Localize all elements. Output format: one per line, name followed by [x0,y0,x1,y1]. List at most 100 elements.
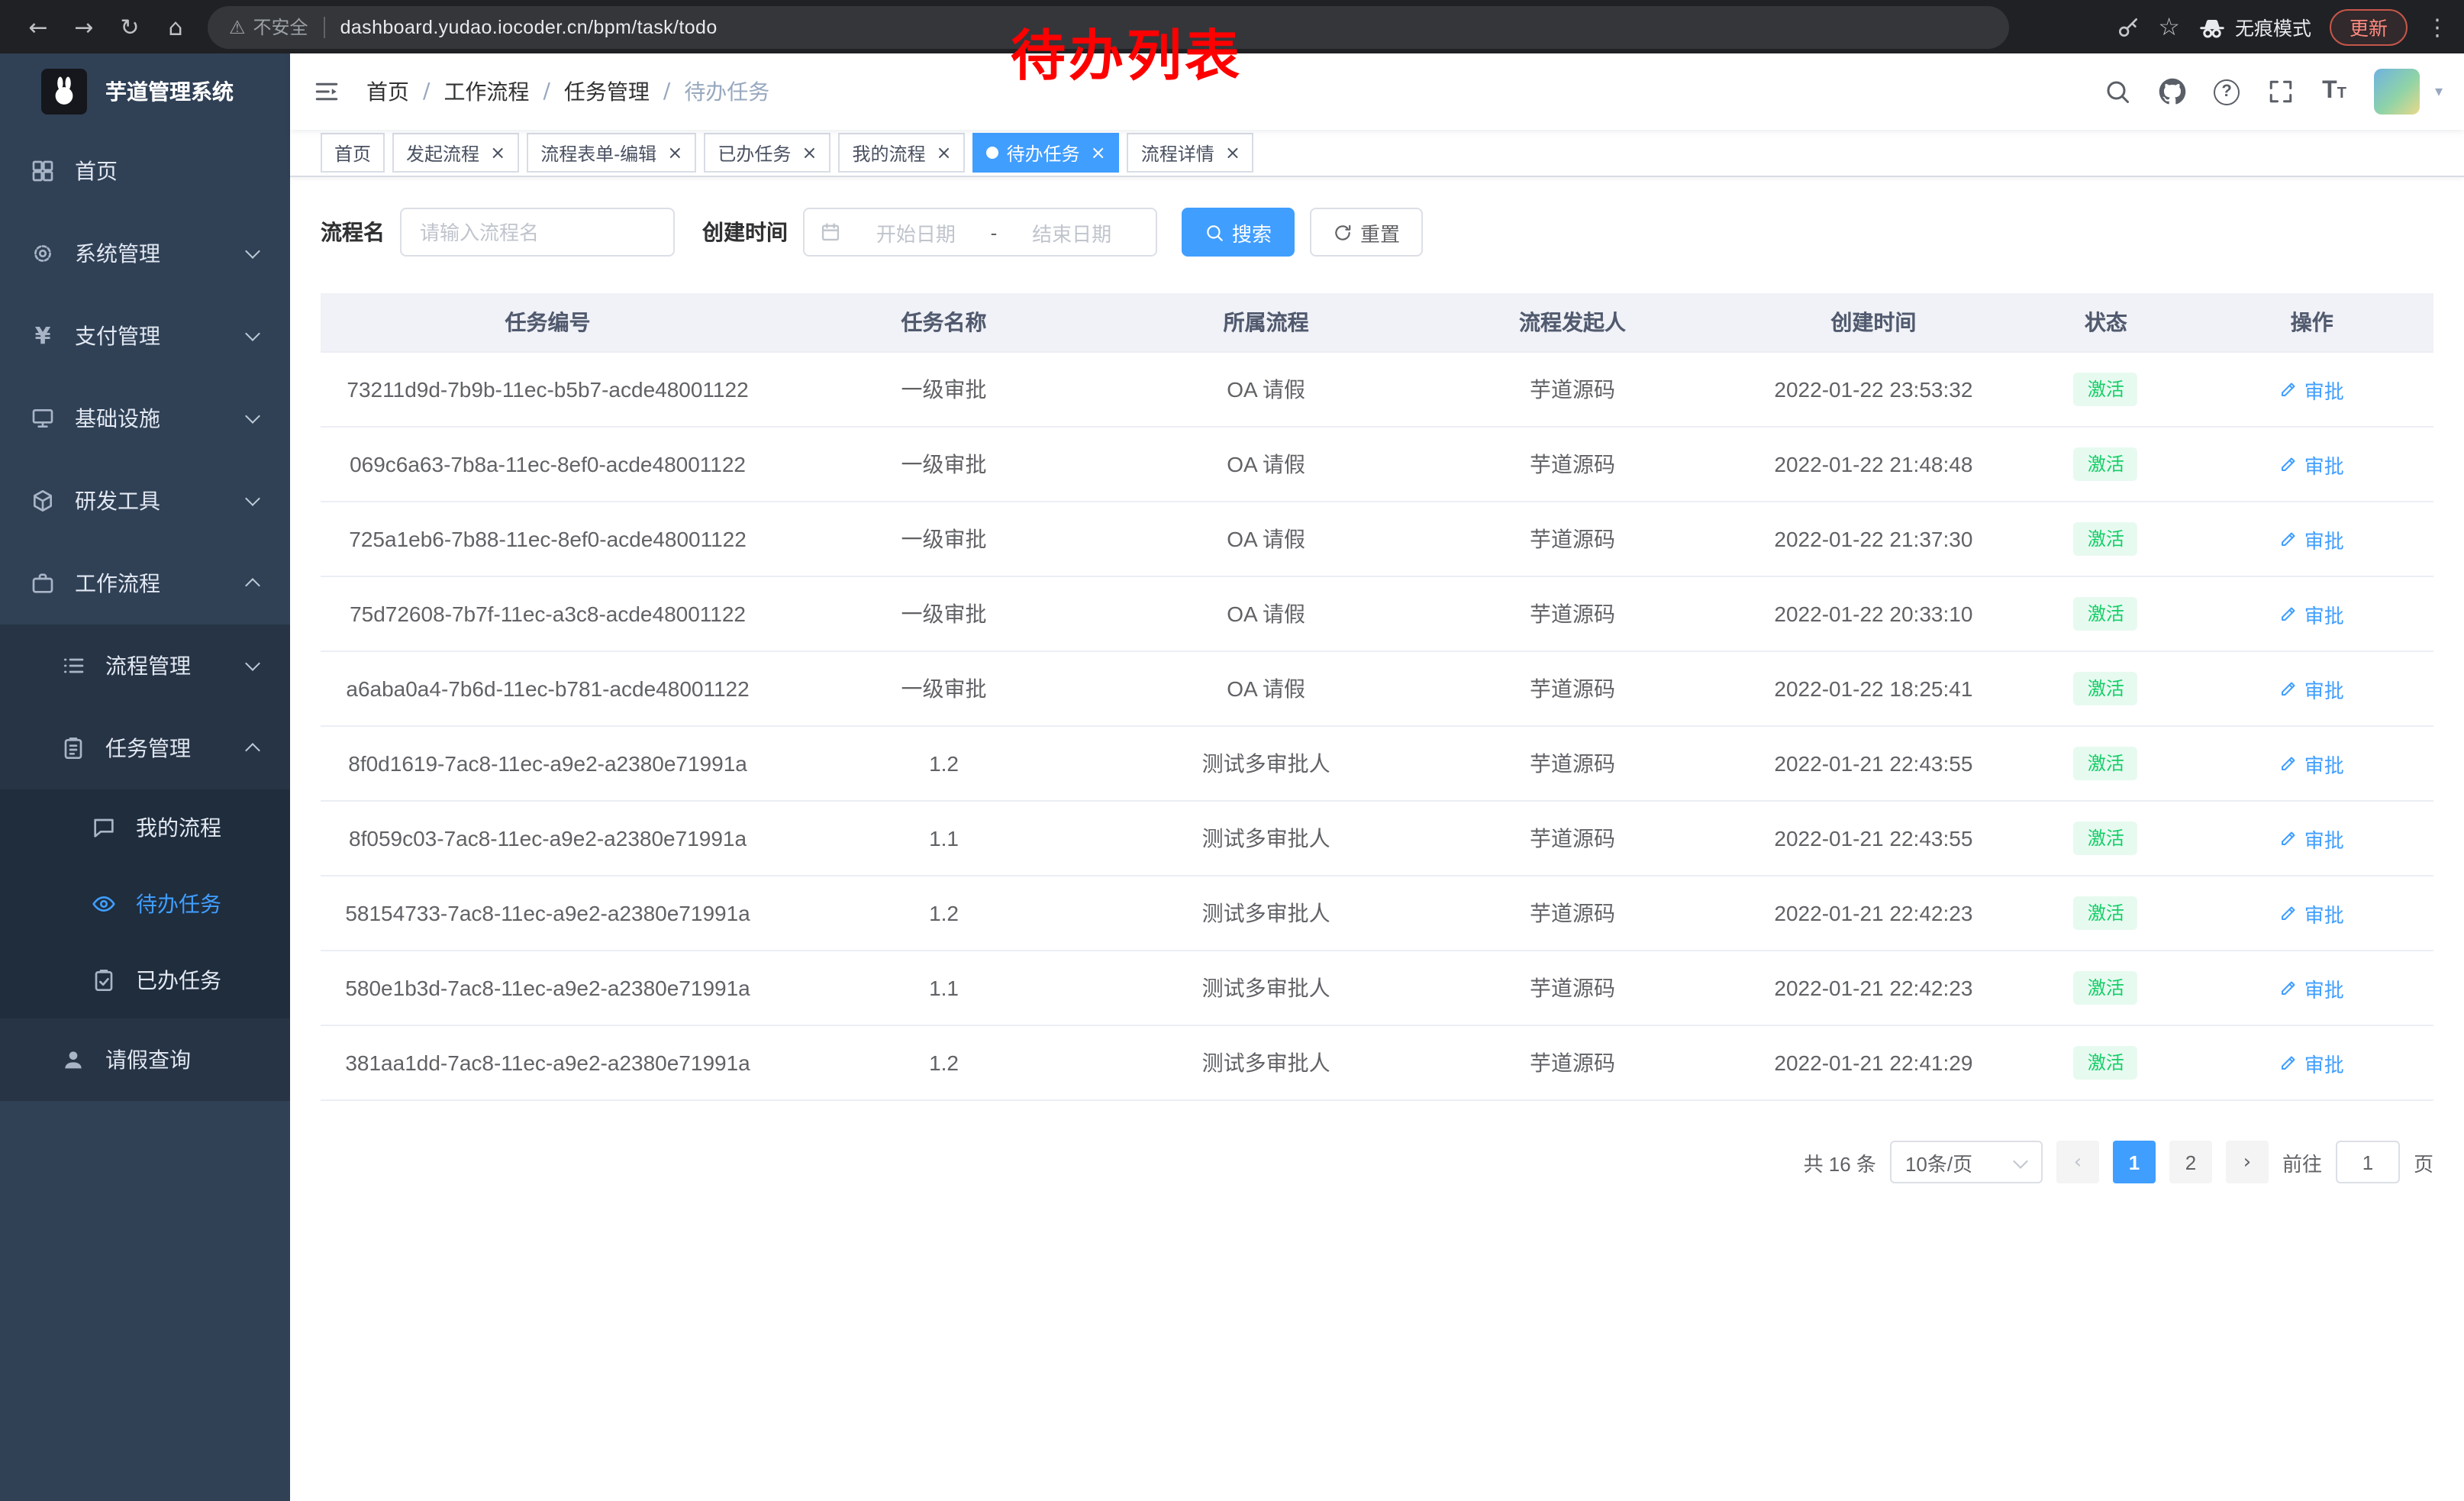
sidebar-item-my-process[interactable]: 我的流程 [0,789,290,866]
breadcrumb-home[interactable]: 首页 [366,76,409,107]
tab-home[interactable]: 首页 [321,133,385,173]
sidebar-item-system[interactable]: 系统管理 [0,212,290,295]
task-initiator: 芋道源码 [1419,898,1725,928]
incognito-icon [2198,13,2226,40]
browser-home-button[interactable]: ⌂ [153,13,198,40]
chevron-down-icon [2015,1156,2027,1168]
sidebar-item-leave-query[interactable]: 请假查询 [0,1018,290,1101]
tab-done-tasks[interactable]: 已办任务 × [704,133,830,173]
task-name: 1.2 [775,901,1113,925]
task-create-time: 2022-01-22 23:53:32 [1726,377,2022,402]
search-icon[interactable] [2104,78,2131,105]
user-avatar[interactable] [2374,69,2420,115]
task-id: 8f0d1619-7ac8-11ec-a9e2-a2380e71991a [321,751,775,776]
sidebar-item-devtools[interactable]: 研发工具 [0,460,290,542]
navbar-actions: ? TT ▾ [2104,69,2464,115]
help-icon[interactable]: ? [2214,79,2240,105]
chevron-up-icon [246,739,260,753]
sidebar-item-done-tasks[interactable]: 已办任务 [0,942,290,1018]
tab-my-process[interactable]: 我的流程 × [838,133,965,173]
edit-pencil-icon [2280,605,2298,623]
page-size-select[interactable]: 10条/页 [1890,1141,2043,1183]
approve-button[interactable]: 审批 [2280,824,2344,853]
sidebar-item-label: 研发工具 [75,486,160,516]
sidebar-toggle-button[interactable] [290,78,363,105]
tab-start-process[interactable]: 发起流程 × [392,133,519,173]
edit-pencil-icon [2280,380,2298,399]
task-name: 1.1 [775,826,1113,851]
edit-pencil-icon [2280,1054,2298,1072]
tab-process-form-edit[interactable]: 流程表单-编辑 × [527,133,696,173]
approve-button[interactable]: 审批 [2280,525,2344,554]
search-button[interactable]: 搜索 [1182,208,1295,257]
tab-label: 流程详情 [1141,140,1214,166]
next-page-button[interactable]: › [2226,1141,2269,1183]
page-button-2[interactable]: 2 [2169,1141,2212,1183]
approve-button[interactable]: 审批 [2280,450,2344,479]
sidebar-item-workflow[interactable]: 工作流程 [0,542,290,625]
tab-process-detail[interactable]: 流程详情 × [1127,133,1254,173]
font-size-icon[interactable]: TT [2322,78,2346,105]
table-row: 8f0d1619-7ac8-11ec-a9e2-a2380e71991a 1.2… [321,727,2433,802]
browser-forward-button[interactable]: → [61,13,107,40]
task-id: 58154733-7ac8-11ec-a9e2-a2380e71991a [321,901,775,925]
avatar-caret-icon[interactable]: ▾ [2435,83,2443,100]
column-header-create-time: 创建时间 [1726,307,2022,337]
close-icon[interactable]: × [937,144,952,162]
reset-button[interactable]: 重置 [1310,208,1423,257]
calendar-icon [820,221,841,243]
close-icon[interactable]: × [1091,144,1106,162]
task-initiator: 芋道源码 [1419,1047,1725,1078]
approve-button[interactable]: 审批 [2280,973,2344,1002]
browser-menu-icon[interactable]: ⋮ [2426,13,2449,40]
close-icon[interactable]: × [1225,144,1240,162]
goto-page-input[interactable] [2336,1141,2400,1183]
main-area: 首页 / 工作流程 / 任务管理 / 待办任务 ? TT ▾ [290,53,2464,1501]
task-id: 75d72608-7b7f-11ec-a3c8-acde48001122 [321,602,775,626]
browser-reload-button[interactable]: ↻ [107,13,153,40]
password-key-icon[interactable] [2115,15,2140,39]
breadcrumb-workflow[interactable]: 工作流程 [443,76,529,107]
process-name-input[interactable] [400,208,675,257]
sidebar-item-process-management[interactable]: 流程管理 [0,625,290,707]
task-name: 1.2 [775,751,1113,776]
task-process: OA 请假 [1113,599,1419,629]
task-initiator: 芋道源码 [1419,599,1725,629]
close-icon[interactable]: × [667,144,682,162]
sidebar-item-payment[interactable]: ¥ 支付管理 [0,295,290,377]
fullscreen-icon[interactable] [2267,78,2295,105]
approve-button[interactable]: 审批 [2280,375,2344,404]
github-icon[interactable] [2159,78,2186,105]
app-logo[interactable]: 芋道管理系统 [0,53,290,130]
reset-button-label: 重置 [1360,218,1400,247]
tab-todo-tasks[interactable]: 待办任务 × [973,133,1120,173]
approve-button[interactable]: 审批 [2280,674,2344,703]
approve-button[interactable]: 审批 [2280,749,2344,778]
sidebar-item-home[interactable]: 首页 [0,130,290,212]
breadcrumb-task-management[interactable]: 任务管理 [564,76,650,107]
address-bar[interactable]: ⚠ 不安全 dashboard.yudao.iocoder.cn/bpm/tas… [208,5,2009,48]
task-create-time: 2022-01-22 21:48:48 [1726,452,2022,476]
chrome-update-button[interactable]: 更新 [2330,8,2408,45]
page-button-1[interactable]: 1 [2113,1141,2156,1183]
status-badge: 激活 [2074,896,2138,930]
breadcrumb-current: 待办任务 [684,76,769,107]
close-icon[interactable]: × [490,144,505,162]
sidebar-item-infrastructure[interactable]: 基础设施 [0,377,290,460]
approve-button[interactable]: 审批 [2280,1048,2344,1077]
logo-image [41,69,87,115]
browser-back-button[interactable]: ← [15,13,61,40]
gear-icon [31,241,55,266]
prev-page-button[interactable]: ‹ [2056,1141,2099,1183]
sidebar-item-todo-tasks[interactable]: 待办任务 [0,866,290,942]
approve-button[interactable]: 审批 [2280,599,2344,628]
prev-icon: ‹ [2074,1151,2082,1173]
approve-button[interactable]: 审批 [2280,899,2344,928]
close-icon[interactable]: × [801,144,817,162]
sidebar-item-label: 流程管理 [105,650,191,681]
table-header: 任务编号 任务名称 所属流程 流程发起人 创建时间 状态 操作 [321,293,2433,353]
date-range-picker[interactable]: 开始日期 - 结束日期 [803,208,1157,257]
bookmark-star-icon[interactable]: ☆ [2158,12,2180,41]
sidebar-item-task-management[interactable]: 任务管理 [0,707,290,789]
task-id: 8f059c03-7ac8-11ec-a9e2-a2380e71991a [321,826,775,851]
